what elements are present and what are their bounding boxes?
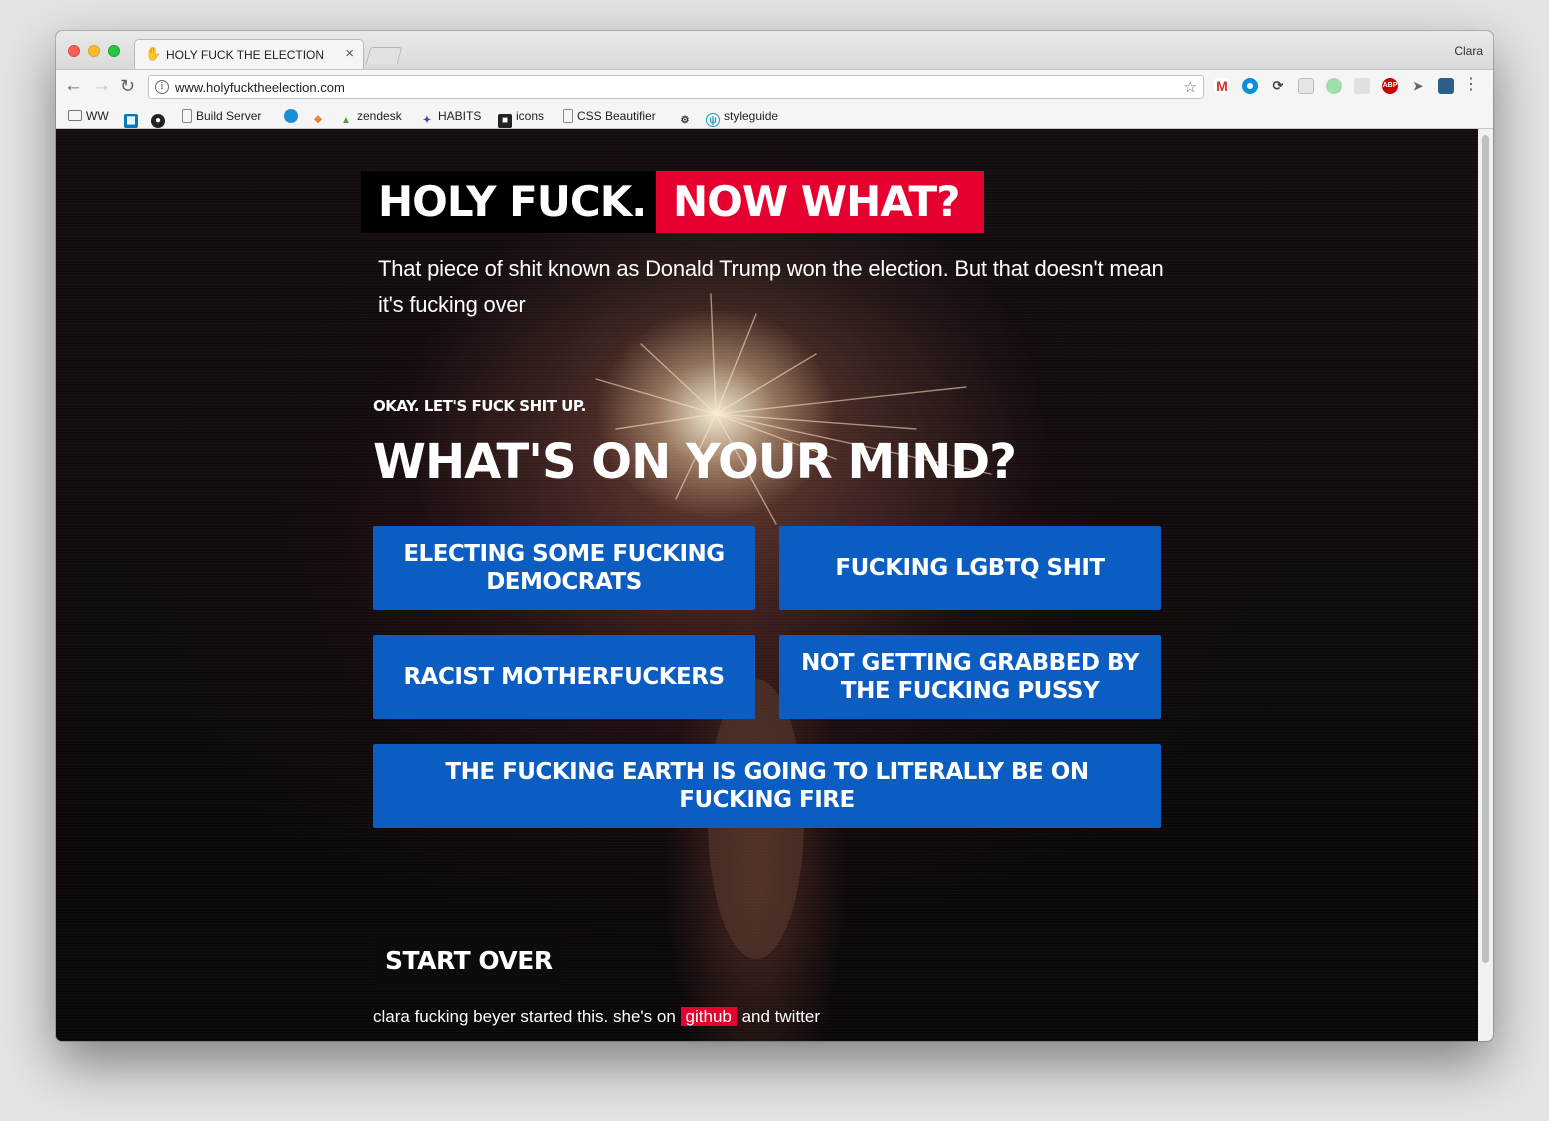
bookmark-styleguide[interactable]: ψ styleguide xyxy=(706,109,778,127)
choice-button-womens-rights[interactable]: NOT GETTING GRABBED BY THE FUCKING PUSSY xyxy=(779,635,1161,719)
circle-icon xyxy=(284,109,298,123)
tab-close-icon[interactable]: × xyxy=(345,46,354,62)
page-icon xyxy=(182,109,192,123)
choice-button-lgbtq[interactable]: FUCKING LGBTQ SHIT xyxy=(779,526,1161,610)
bookmark-icons[interactable]: ■ icons xyxy=(498,109,544,128)
headline-part-1: HOLY FUCK. xyxy=(361,171,656,233)
tab-title: HOLY FUCK THE ELECTION xyxy=(166,48,325,62)
window-close-button[interactable] xyxy=(68,45,80,57)
gmail-icon[interactable]: M xyxy=(1214,78,1230,94)
folder-icon[interactable] xyxy=(1438,78,1454,94)
reload-icon[interactable]: ↻ xyxy=(120,75,135,97)
headline-part-2: NOW WHAT? xyxy=(656,171,984,233)
main-content: HOLY FUCK. NOW WHAT? That piece of shit … xyxy=(56,129,1478,1041)
bookmark-habits[interactable]: ✦ HABITS xyxy=(420,109,482,128)
choice-button-racism[interactable]: RACIST MOTHERFUCKERS xyxy=(373,635,755,719)
bookmark-ww[interactable]: WW xyxy=(68,109,109,123)
bookmark-star-icon[interactable]: ☆ xyxy=(1184,78,1197,96)
send-icon[interactable]: ➤ xyxy=(1410,78,1426,94)
habits-icon: ✦ xyxy=(422,115,432,126)
bookmark-build-server[interactable]: Build Server xyxy=(182,109,261,123)
sync-icon[interactable]: ⟳ xyxy=(1270,78,1286,94)
page-scrollbar[interactable] xyxy=(1478,129,1493,1041)
robot-icon: ⚙ xyxy=(680,115,690,126)
adblock-icon[interactable]: ABP xyxy=(1382,78,1398,94)
url-text[interactable]: www.holyfucktheelection.com xyxy=(175,80,345,95)
address-bar[interactable]: i www.holyfucktheelection.com ☆ xyxy=(148,75,1204,99)
info-icon[interactable]: i xyxy=(155,80,169,94)
folder-icon xyxy=(68,110,82,121)
circle-icon[interactable] xyxy=(1242,78,1258,94)
scrollbar-thumb[interactable] xyxy=(1482,135,1489,963)
hubspot-icon: ❖ xyxy=(313,115,323,126)
forward-arrow-icon[interactable]: → xyxy=(92,75,111,97)
hand-favicon-icon: ✋ xyxy=(145,46,162,61)
grid-icon[interactable] xyxy=(1354,78,1370,94)
intro-text: That piece of shit known as Donald Trump… xyxy=(378,256,1164,317)
zendesk-icon: ▲ xyxy=(341,115,351,126)
styleguide-icon: ψ xyxy=(706,113,720,127)
browser-toolbar: ← → ↻ i www.holyfucktheelection.com ☆ M … xyxy=(56,69,1493,105)
profile-name[interactable]: Clara xyxy=(1454,44,1483,58)
bookmark-circle[interactable] xyxy=(284,109,302,123)
browser-window: ✋ HOLY FUCK THE ELECTION × Clara ← → ↻ i… xyxy=(56,31,1493,1041)
bookmarks-bar: WW ▩ ● Build Server ❖ ▲ zendesk ✦ HABITS ■… xyxy=(56,105,1493,129)
window-minimize-button[interactable] xyxy=(88,45,100,57)
bookmark-hubspot[interactable]: ❖ xyxy=(311,109,329,128)
tab-strip: ✋ HOLY FUCK THE ELECTION × Clara xyxy=(56,31,1493,69)
new-tab-button[interactable] xyxy=(365,47,403,64)
browser-tab[interactable]: ✋ HOLY FUCK THE ELECTION × xyxy=(134,39,364,69)
icons-icon: ■ xyxy=(498,114,512,128)
back-arrow-icon[interactable]: ← xyxy=(64,75,83,97)
page-icon xyxy=(563,109,573,123)
trello-icon: ▩ xyxy=(124,114,138,128)
bookmark-zendesk[interactable]: ▲ zendesk xyxy=(339,109,402,128)
github-icon: ● xyxy=(151,114,165,128)
start-over-button[interactable]: START OVER xyxy=(373,933,565,989)
page-viewport: HOLY FUCK. NOW WHAT? That piece of shit … xyxy=(56,129,1478,1041)
menu-dots-icon[interactable]: ⋮ xyxy=(1463,76,1479,94)
choice-button-democrats[interactable]: ELECTING SOME FUCKING DEMOCRATS xyxy=(373,526,755,610)
window-maximize-button[interactable] xyxy=(108,45,120,57)
github-link[interactable]: github xyxy=(680,1007,737,1026)
bookmark-robot[interactable]: ⚙ xyxy=(678,109,696,128)
kicker-text: OKAY. LET'S FUCK SHIT UP. xyxy=(373,397,586,415)
bookmark-icon[interactable] xyxy=(1298,78,1314,94)
bookmark-github[interactable]: ● xyxy=(151,109,169,128)
question-heading: WHAT'S ON YOUR MIND? xyxy=(373,434,1017,490)
footer-credit: clara fucking beyer started this. she's … xyxy=(373,1005,820,1029)
bookmark-css-beautifier[interactable]: CSS Beautifier xyxy=(563,109,656,123)
bookmark-trello[interactable]: ▩ xyxy=(124,109,142,128)
choice-button-climate[interactable]: THE FUCKING EARTH IS GOING TO LITERALLY … xyxy=(373,744,1161,828)
footer-text: clara fucking beyer started this. she's … xyxy=(373,1007,676,1026)
footer-twitter-text: and twitter xyxy=(741,1007,821,1026)
color-icon[interactable] xyxy=(1326,78,1342,94)
